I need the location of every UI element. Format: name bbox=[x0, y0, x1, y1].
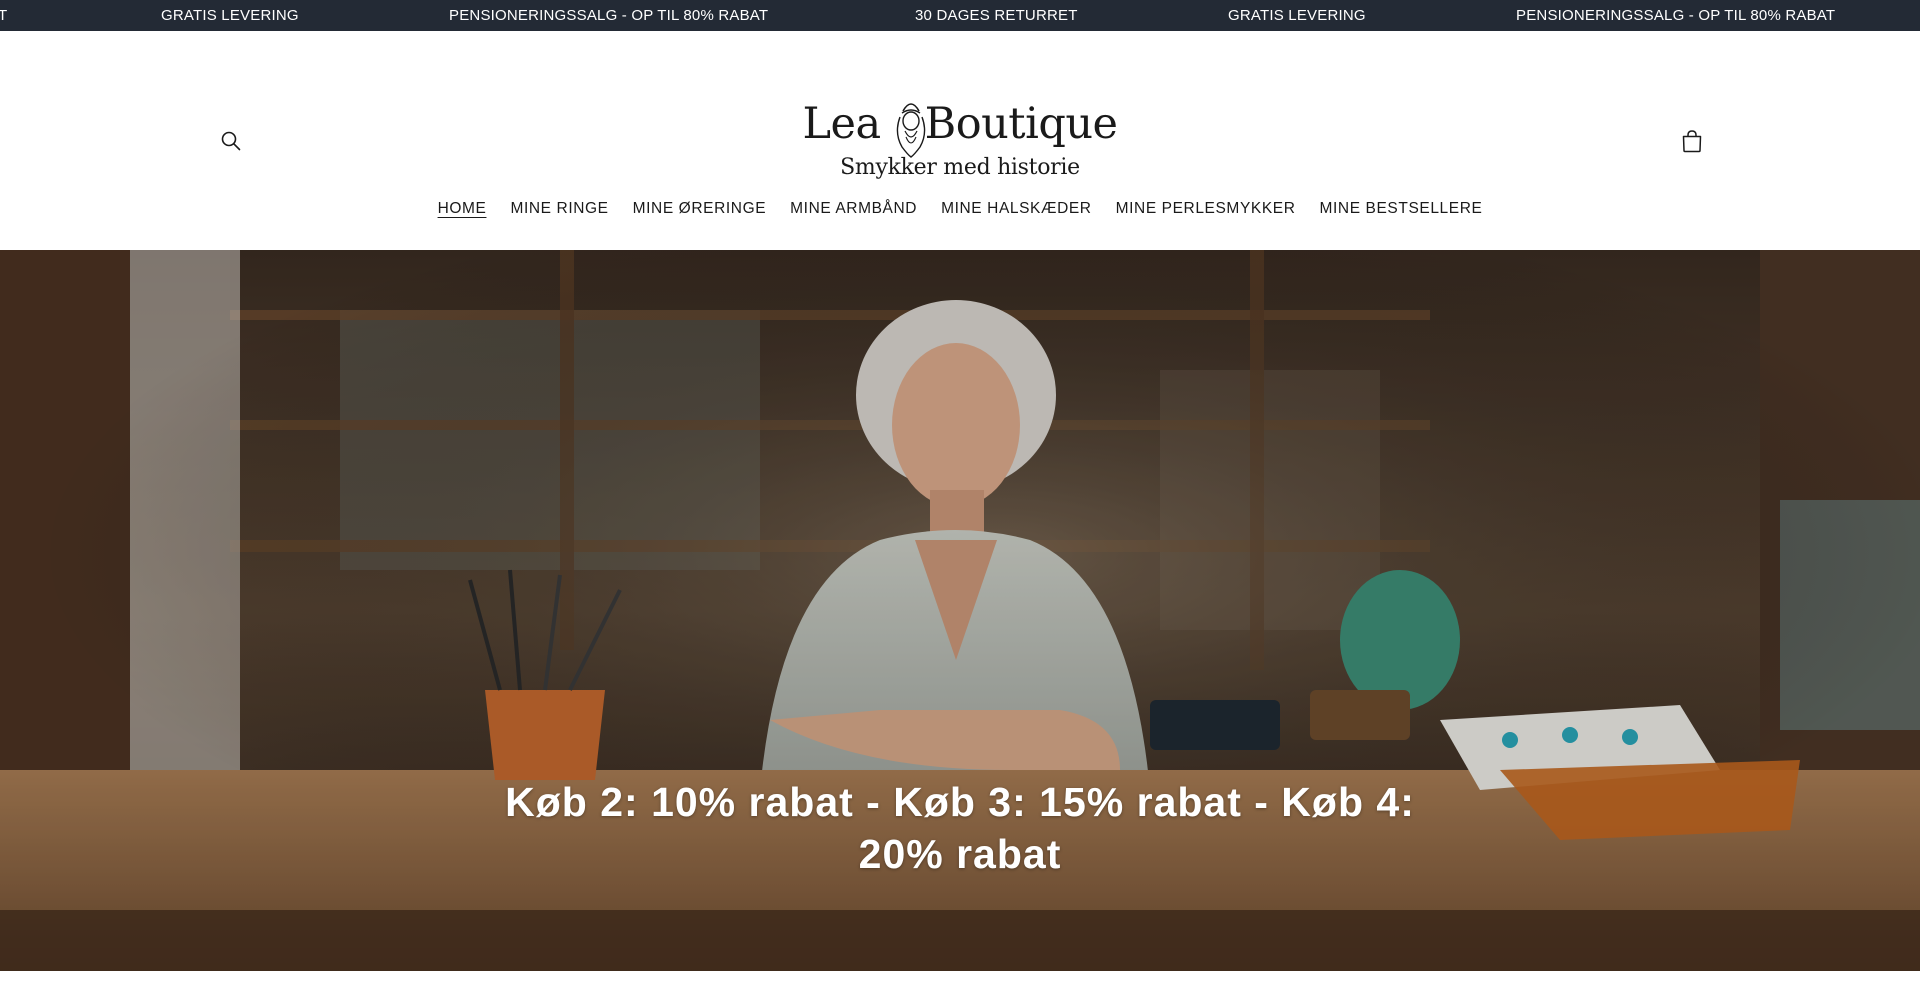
nav-item-mine-halskaeder[interactable]: MINE HALSKÆDER bbox=[929, 191, 1104, 227]
announcement-bar: T GRATIS LEVERING PENSIONERINGSSALG - OP… bbox=[0, 0, 1920, 31]
main-nav: HOME MINE RINGE MINE ØRERINGE MINE ARMBÅ… bbox=[0, 191, 1920, 227]
cart-icon bbox=[1681, 129, 1703, 158]
hero-heading-line2: 20% rabat bbox=[858, 831, 1062, 877]
logo-wordmark: Lea Boutique bbox=[800, 99, 1120, 149]
nav-item-mine-oreringe[interactable]: MINE ØRERINGE bbox=[621, 191, 779, 227]
search-button[interactable] bbox=[216, 128, 246, 158]
announcement-item: GRATIS LEVERING bbox=[161, 7, 299, 24]
announcement-item: PENSIONERINGSSALG - OP TIL 80% RABAT bbox=[449, 7, 769, 24]
hero-banner: Køb 2: 10% rabat - Køb 3: 15% rabat - Kø… bbox=[0, 250, 1920, 971]
announcement-item: 30 DAGES RETURRET bbox=[915, 7, 1078, 24]
nav-item-mine-ringe[interactable]: MINE RINGE bbox=[498, 191, 620, 227]
logo-link[interactable]: Lea Boutique Smykker med historie bbox=[800, 61, 1120, 191]
hero-heading: Køb 2: 10% rabat - Køb 3: 15% rabat - Kø… bbox=[460, 776, 1460, 880]
announcement-item: GRATIS LEVERING bbox=[1228, 7, 1366, 24]
search-icon bbox=[220, 130, 242, 157]
announcement-item: PENSIONERINGSSALG - OP TIL 80% RABAT bbox=[1516, 7, 1836, 24]
nav-item-mine-bestsellere[interactable]: MINE BESTSELLERE bbox=[1308, 191, 1495, 227]
nav-item-home[interactable]: HOME bbox=[426, 191, 499, 227]
site-header: Lea Boutique Smykker med historie HOME MI… bbox=[0, 31, 1920, 250]
nav-item-mine-perlesmykker[interactable]: MINE PERLESMYKKER bbox=[1104, 191, 1308, 227]
nav-item-mine-armbaand[interactable]: MINE ARMBÅND bbox=[778, 191, 929, 227]
hero-heading-line1: Køb 2: 10% rabat - Køb 3: 15% rabat - Kø… bbox=[505, 779, 1415, 825]
logo-name-right: Boutique bbox=[924, 99, 1118, 149]
logo-name-left: Lea bbox=[802, 99, 881, 149]
announcement-item: T bbox=[0, 7, 8, 24]
cart-button[interactable] bbox=[1677, 127, 1707, 159]
logo-tagline: Smykker med historie bbox=[840, 155, 1080, 180]
